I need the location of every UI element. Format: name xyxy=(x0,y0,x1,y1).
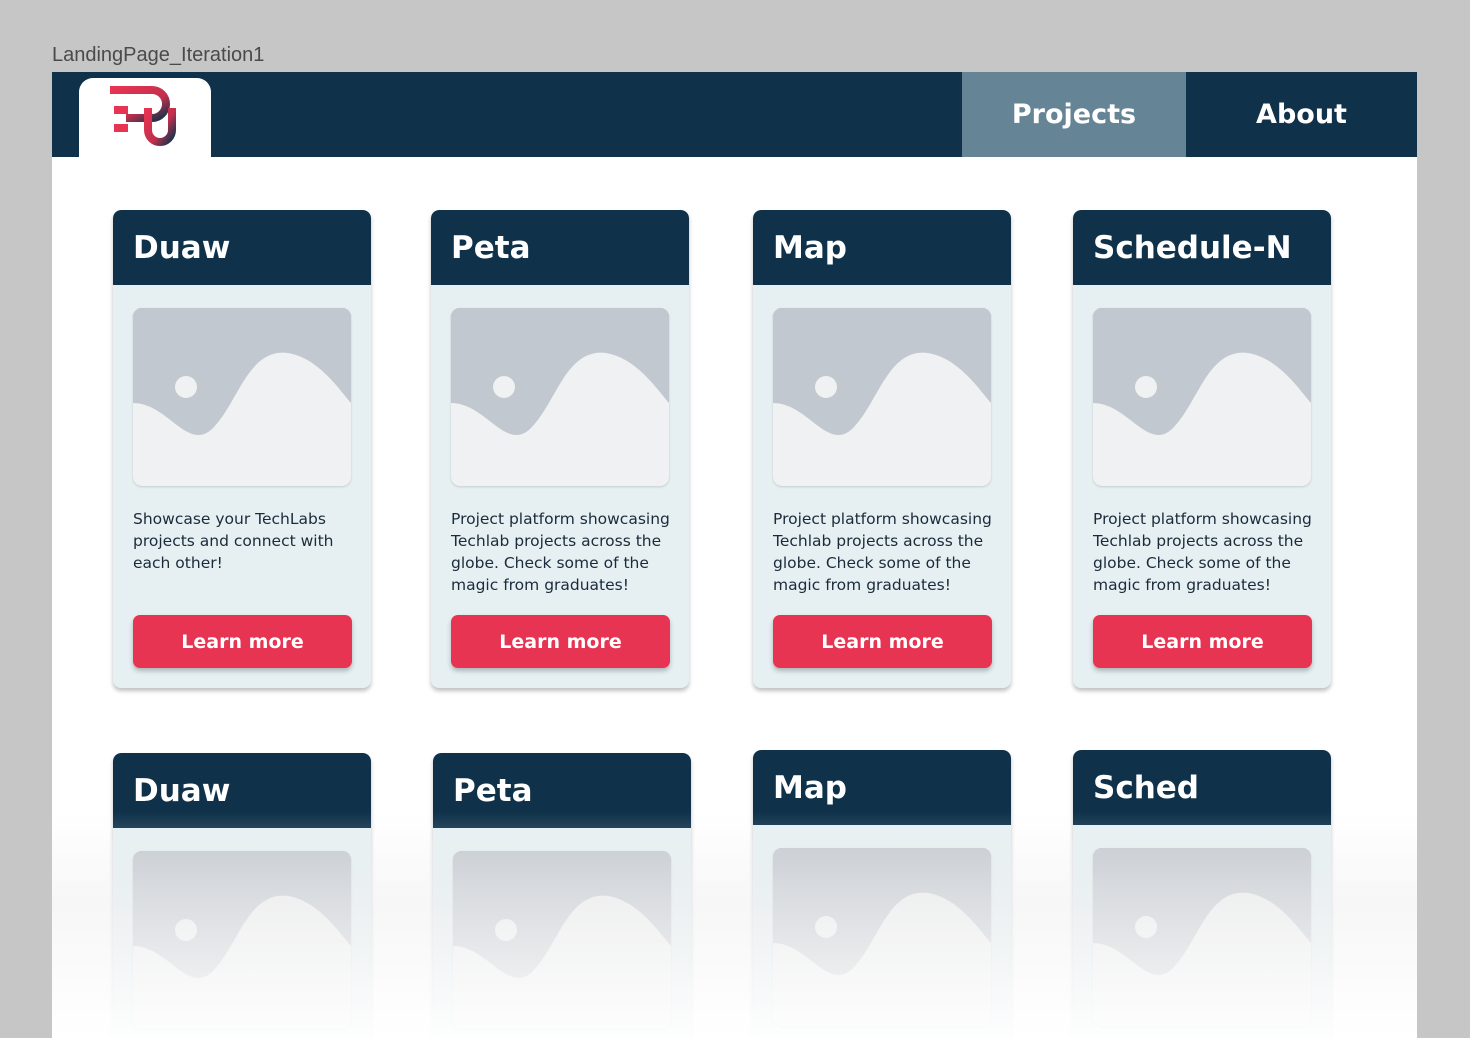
pu-logo-icon xyxy=(110,85,176,146)
image-placeholder-icon xyxy=(133,851,351,1029)
image-placeholder-icon xyxy=(1093,848,1311,1026)
project-card: Map xyxy=(753,750,1011,1038)
project-card: Peta xyxy=(433,753,691,1038)
project-card: Peta Project platform showcasing Techlab… xyxy=(431,210,689,688)
card-title: Schedule-N xyxy=(1073,210,1331,285)
card-title: Duaw xyxy=(113,210,371,285)
project-card: Duaw xyxy=(113,753,371,1038)
nav-about[interactable]: About xyxy=(1186,72,1417,157)
learn-more-button[interactable]: Learn more xyxy=(773,615,992,668)
nav-projects[interactable]: Projects xyxy=(962,72,1186,157)
card-title: Sched xyxy=(1073,750,1331,825)
card-title: Map xyxy=(753,210,1011,285)
image-placeholder-icon xyxy=(773,308,991,486)
project-card: Map Project platform showcasing Techlab … xyxy=(753,210,1011,688)
card-title: Duaw xyxy=(113,753,371,828)
learn-more-button[interactable]: Learn more xyxy=(133,615,352,668)
project-card: Duaw Showcase your TechLabs projects and… xyxy=(113,210,371,688)
image-placeholder-icon xyxy=(451,308,669,486)
project-card: Schedule-N Project platform showcasing T… xyxy=(1073,210,1331,688)
top-navbar: Projects About xyxy=(52,72,1417,157)
card-title: Peta xyxy=(433,753,691,828)
card-title: Peta xyxy=(431,210,689,285)
card-description: Project platform showcasing Techlab proj… xyxy=(773,510,992,594)
image-placeholder-icon xyxy=(133,308,351,486)
logo[interactable] xyxy=(79,78,211,157)
landing-page-frame: Projects About Duaw Showcase your TechLa… xyxy=(52,72,1417,1038)
frame-label: LandingPage_Iteration1 xyxy=(52,44,265,66)
image-placeholder-icon xyxy=(453,851,671,1029)
image-placeholder-icon xyxy=(1093,308,1311,486)
card-title: Map xyxy=(753,750,1011,825)
card-description: Project platform showcasing Techlab proj… xyxy=(1093,510,1312,594)
card-description: Project platform showcasing Techlab proj… xyxy=(451,510,670,594)
image-placeholder-icon xyxy=(773,848,991,1026)
learn-more-button[interactable]: Learn more xyxy=(451,615,670,668)
card-description: Showcase your TechLabs projects and conn… xyxy=(133,510,334,572)
learn-more-button[interactable]: Learn more xyxy=(1093,615,1312,668)
project-card: Sched xyxy=(1073,750,1331,1038)
